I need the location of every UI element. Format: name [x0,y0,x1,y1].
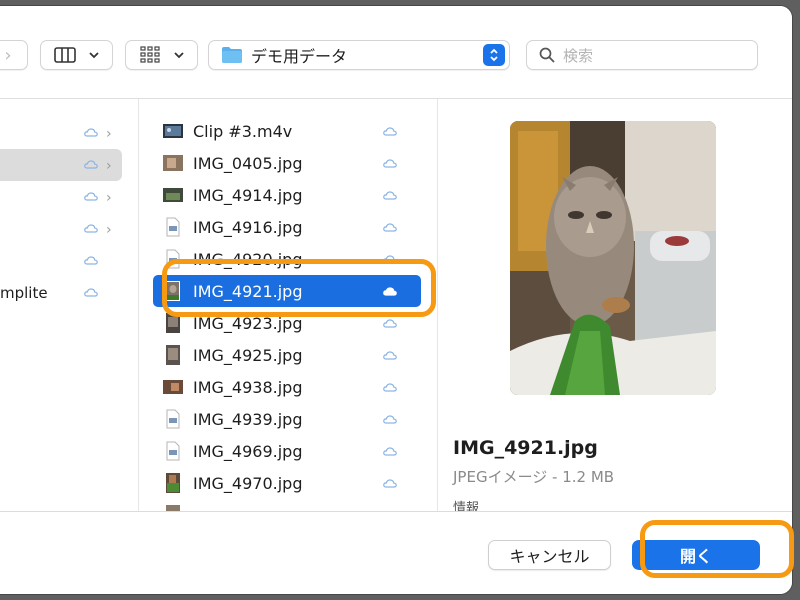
chevron-down-icon [174,52,184,59]
location-label: デモ用データ [251,47,348,66]
cloud-icon [383,319,397,328]
columns-view-icon [53,47,76,63]
sidebar-item[interactable]: › [0,149,122,181]
sidebar-item[interactable]: › [0,181,122,213]
document-icon [166,217,180,237]
sidebar-column: › › › › mplite [0,99,139,511]
grid-icon [140,46,160,63]
cloud-icon [383,479,397,488]
file-row[interactable]: IMG_4939.jpg [153,403,421,435]
cloud-icon [383,223,397,232]
cloud-icon [383,415,397,424]
folder-icon [222,47,242,63]
document-icon [166,441,180,461]
chevron-right-icon: › [4,44,12,66]
forward-button[interactable]: › [0,40,28,70]
chevron-right-icon: › [106,126,112,142]
chevron-down-icon [89,52,99,59]
search-field[interactable]: 検索 [526,40,758,70]
file-row[interactable]: Clip #3.m4v [153,115,421,147]
owl-photo-preview [510,121,716,395]
chevron-right-icon: › [106,222,112,238]
preview-meta: JPEGイメージ - 1.2 MB [453,468,615,486]
cloud-icon [84,256,98,265]
sidebar-item[interactable] [0,245,122,277]
sidebar-item[interactable]: mplite [0,277,122,309]
toolbar: › デモ用データ 検索 [0,6,792,99]
cloud-icon [383,447,397,456]
search-icon [539,47,555,63]
image-thumbnail-icon [163,380,183,394]
sidebar-item[interactable]: › [0,213,122,245]
highlight-selected-file [162,259,436,317]
preview-column: IMG_4921.jpg JPEGイメージ - 1.2 MB 情報 [438,99,792,516]
document-icon [166,409,180,429]
up-down-chevron-icon [483,44,505,66]
file-row[interactable]: IMG_4938.jpg [153,371,421,403]
cloud-icon [84,192,98,201]
view-mode-button[interactable] [40,40,113,70]
cloud-icon [383,191,397,200]
video-thumbnail-icon [163,124,183,138]
chevron-right-icon: › [106,158,112,174]
file-row[interactable]: IMG_4969.jpg [153,435,421,467]
cloud-icon [383,351,397,360]
location-popup[interactable]: デモ用データ [208,40,510,70]
image-thumbnail-icon [163,155,183,171]
group-button[interactable] [125,40,198,70]
file-row[interactable]: IMG_4914.jpg [153,179,421,211]
cloud-icon [84,160,98,169]
cancel-button[interactable]: キャンセル [488,540,611,570]
image-thumbnail-icon [163,188,183,202]
cloud-icon [84,128,98,137]
file-row[interactable]: IMG_4916.jpg [153,211,421,243]
file-row[interactable]: IMG_4925.jpg [153,339,421,371]
file-row[interactable]: IMG_0405.jpg [153,147,421,179]
image-thumbnail-icon [166,473,180,493]
highlight-open-button [640,520,794,578]
file-row-partial[interactable] [153,499,421,511]
cloud-icon [383,159,397,168]
chevron-right-icon: › [106,190,112,206]
search-placeholder: 検索 [563,46,594,65]
cloud-icon [383,383,397,392]
preview-filename: IMG_4921.jpg [453,437,598,459]
sidebar-item[interactable]: › [0,117,122,149]
cloud-icon [84,224,98,233]
cloud-icon [84,288,98,297]
cloud-icon [383,127,397,136]
file-row[interactable]: IMG_4970.jpg [153,467,421,499]
image-thumbnail-icon [166,345,180,365]
